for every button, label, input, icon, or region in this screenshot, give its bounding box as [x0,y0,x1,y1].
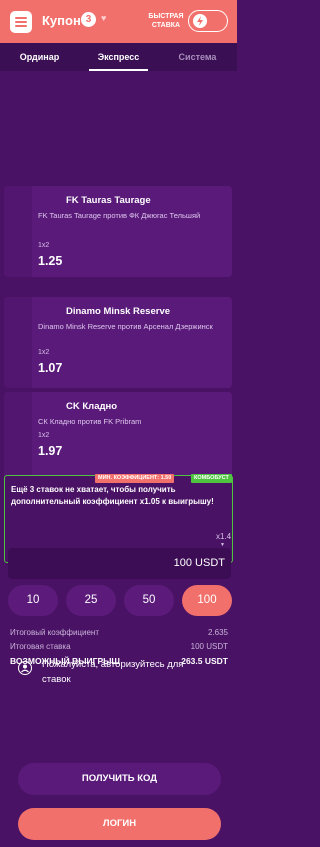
bet-market: 1x2 [38,432,50,439]
bet-remove-strip[interactable] [4,392,32,483]
auth-notice: Пожалуйста, авторизуйтесь для ставок [42,659,184,685]
coupon-count-badge: 3 [81,12,96,27]
quick-amount-50[interactable]: 50 [124,585,174,616]
login-button[interactable]: ЛОГИН [18,808,221,840]
bet-card[interactable]: FK Tauras Taurage FK Tauras Taurage прот… [4,186,232,277]
total-odds-label: Итоговый коэффициент [10,628,99,637]
quick-bet-label: БЫСТРАЯ СТАВКА [148,13,184,29]
tab-single[interactable]: Ординар [0,43,79,71]
bet-type-tabs: Ординар Экспресс Система [0,43,237,71]
bet-market: 1x2 [38,242,50,249]
bet-card[interactable]: Dinamo Minsk Reserve Dinamo Minsk Reserv… [4,297,232,388]
bet-match: Dinamo Minsk Reserve против Арсенал Дзер… [38,322,213,331]
bet-match: СК Кладно против FK Pribram [38,417,142,426]
coupon-title: Купон [42,13,81,28]
total-stake-value: 100 USDT [190,642,228,651]
quick-amount-100[interactable]: 100 [182,585,232,616]
bet-odds: 1.07 [38,361,63,375]
bet-remove-strip[interactable] [4,297,32,388]
lightning-icon [193,14,207,28]
combo-boost-text: Ещё 3 ставок не хватает, чтобы получить … [11,485,214,506]
bet-odds: 1.97 [38,444,63,458]
quick-amount-25[interactable]: 25 [66,585,116,616]
min-odds-badge: МИН. КОЭФФИЦИЕНТ: 1.50 [95,474,175,483]
combo-boost-multiplier: x1.4 [216,532,232,541]
bet-odds: 1.25 [38,254,63,268]
quick-bet-toggle[interactable] [188,10,228,32]
quick-amount-10[interactable]: 10 [8,585,58,616]
total-stake-label: Итоговая ставка [10,642,71,651]
bet-team: FK Tauras Taurage [66,195,151,206]
coupon-header: Купон 3 ♥ БЫСТРАЯ СТАВКА [0,0,237,43]
tab-system[interactable]: Система [158,43,237,71]
bet-card[interactable]: CK Кладно СК Кладно против FK Pribram 1x… [4,392,232,483]
stake-value: 100 USDT [173,557,225,569]
get-code-button[interactable]: ПОЛУЧИТЬ КОД [18,763,221,795]
chevron-down-icon[interactable]: ♥ [101,13,106,23]
bet-team: CK Кладно [66,401,118,412]
bet-remove-strip[interactable] [4,186,32,277]
user-icon [18,661,32,675]
bet-match: FK Tauras Taurage против ФК Джюгас Тельш… [38,211,201,220]
hamburger-menu-icon[interactable] [10,11,32,33]
combo-boost-badge: КОМБОБУСТ [191,474,232,483]
stake-input[interactable]: 100 USDT [8,548,231,579]
bet-team: Dinamo Minsk Reserve [66,306,171,317]
total-odds-value: 2.635 [207,628,228,637]
tab-express[interactable]: Экспресс [79,43,158,71]
bet-market: 1x2 [38,349,50,356]
